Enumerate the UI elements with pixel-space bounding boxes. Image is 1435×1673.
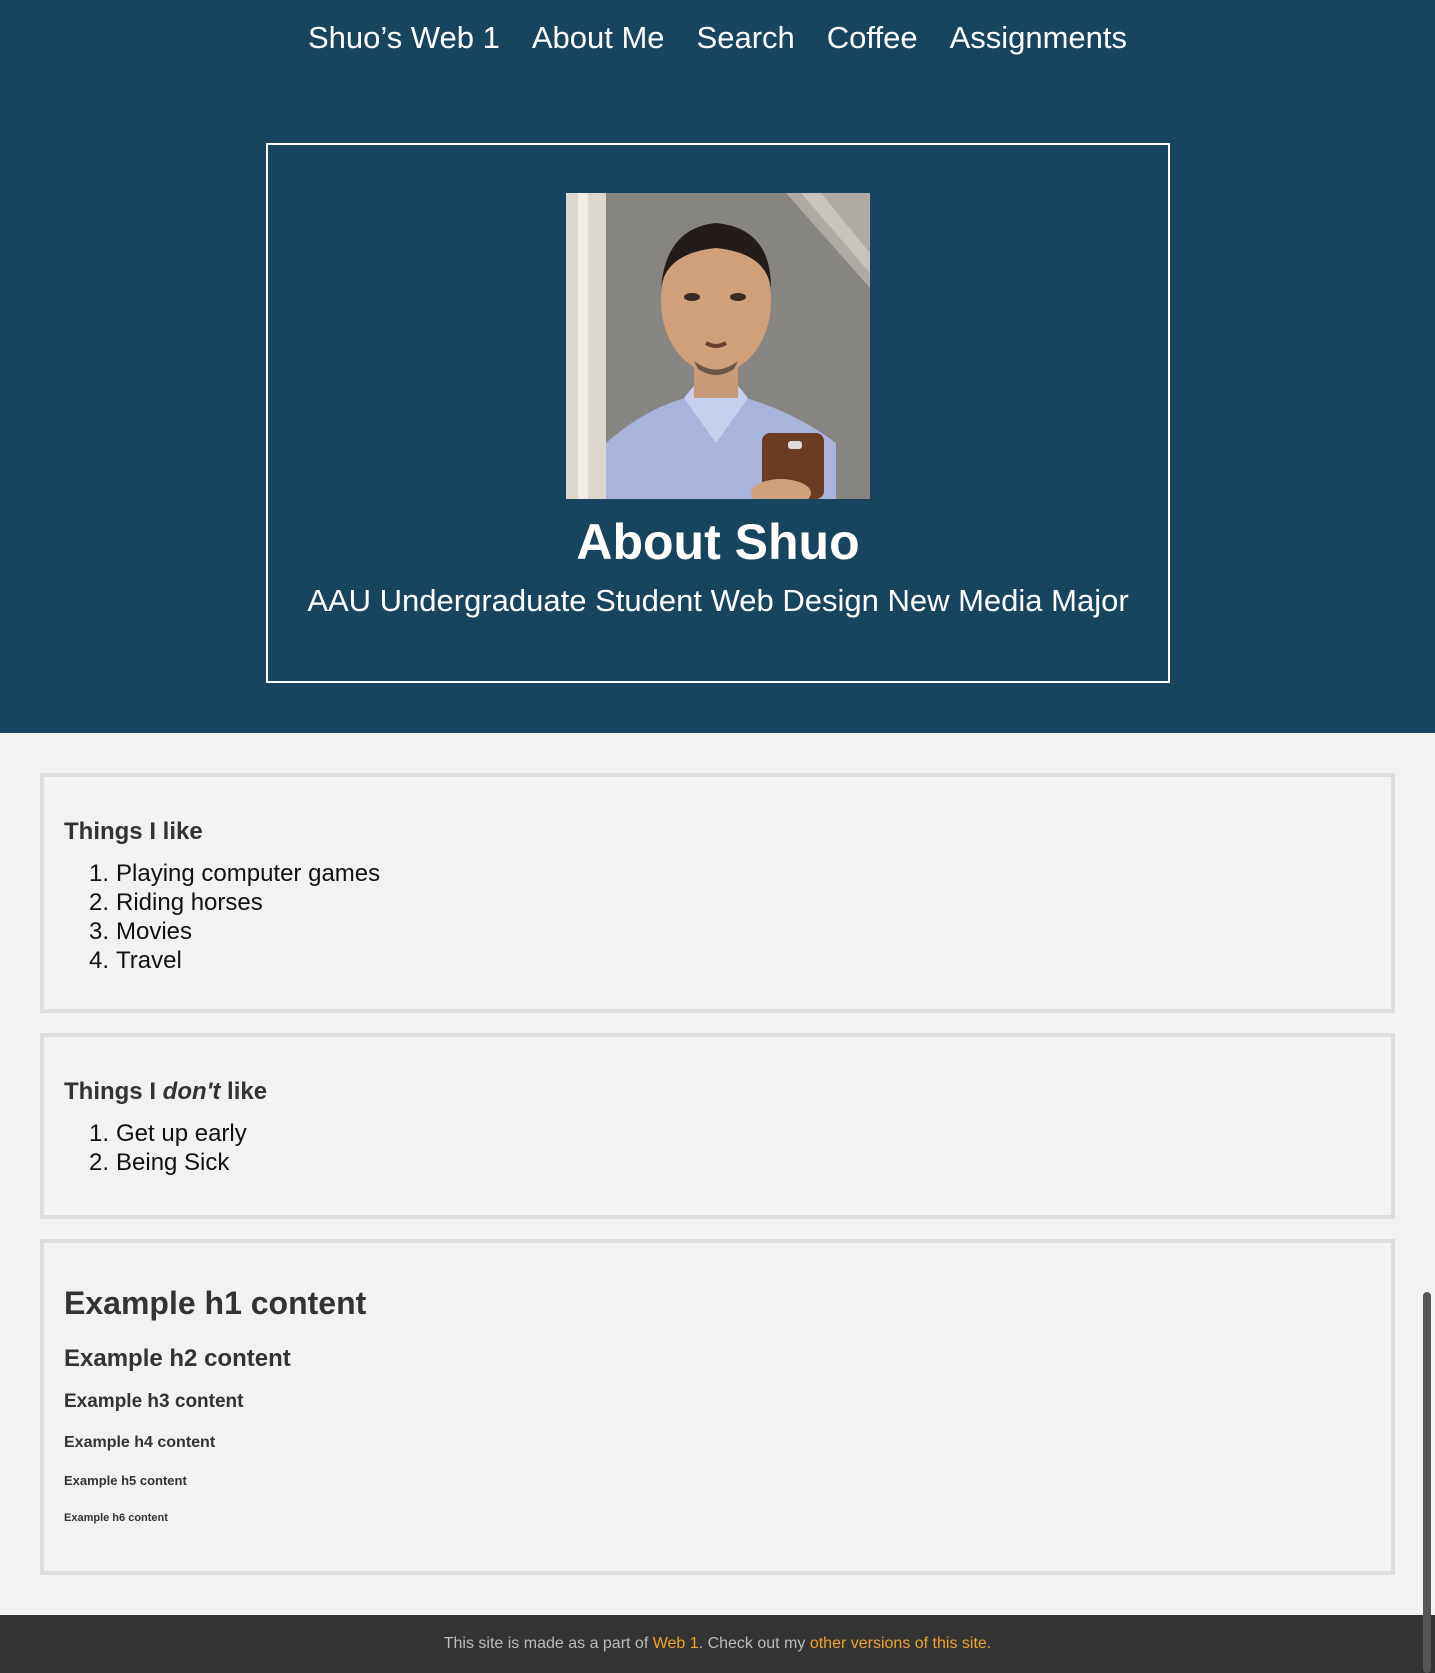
example-h1: Example h1 content <box>64 1285 367 1321</box>
list-item: 1. Get up early <box>88 1120 247 1147</box>
scrollbar-thumb[interactable] <box>1423 1292 1431 1673</box>
nav-item-assignments[interactable]: Assignments <box>950 18 1127 58</box>
list-item: 4. Travel <box>88 947 182 974</box>
nav-item-about-me[interactable]: About Me <box>532 18 665 58</box>
nav-item-coffee[interactable]: Coffee <box>827 18 918 58</box>
examples-card: Example h1 content Example h2 content Ex… <box>40 1239 1395 1575</box>
dislikes-card: Things I don't like 1. Get up early 2. Bei… <box>40 1033 1395 1219</box>
other-versions-link[interactable]: other versions of this site. <box>810 1635 991 1652</box>
example-h5: Example h5 content <box>64 1473 187 1488</box>
example-h4: Example h4 content <box>64 1434 216 1451</box>
likes-heading: Things I like <box>64 818 203 845</box>
list-item: 1. Playing computer games <box>88 860 381 887</box>
dislikes-list: 1. Get up early 2. Being Sick <box>64 1119 247 1177</box>
example-h3: Example h3 content <box>64 1391 244 1412</box>
main-nav: Shuo’s Web 1 About Me Search Coffee Assi… <box>0 18 1435 58</box>
dislikes-heading: Things I don't like <box>64 1078 268 1105</box>
hero-subtitle: AAU Undergraduate Student Web Design New… <box>307 583 1129 618</box>
likes-list: 1. Playing computer games 2. Riding horses… <box>64 859 380 975</box>
profile-photo <box>566 193 870 499</box>
likes-card: Things I like 1. Playing computer games 2… <box>40 773 1395 1013</box>
list-item: 2. Being Sick <box>88 1149 230 1176</box>
list-item: 2. Riding horses <box>88 889 263 916</box>
example-h6: Example h6 content <box>64 1512 168 1524</box>
hero-box: About Shuo AAU Undergraduate Student Web… <box>266 143 1170 683</box>
site-footer: This site is made as a part of Web 1. Ch… <box>0 1615 1435 1673</box>
nav-item-home[interactable]: Shuo’s Web 1 <box>308 18 500 58</box>
list-item: 3. Movies <box>88 918 193 945</box>
nav-item-search[interactable]: Search <box>697 18 795 58</box>
site-header: Shuo’s Web 1 About Me Search Coffee Assi… <box>0 0 1435 733</box>
hero-title: About Shuo <box>576 514 860 570</box>
example-h2: Example h2 content <box>64 1345 291 1372</box>
web1-link[interactable]: Web 1 <box>653 1635 699 1652</box>
